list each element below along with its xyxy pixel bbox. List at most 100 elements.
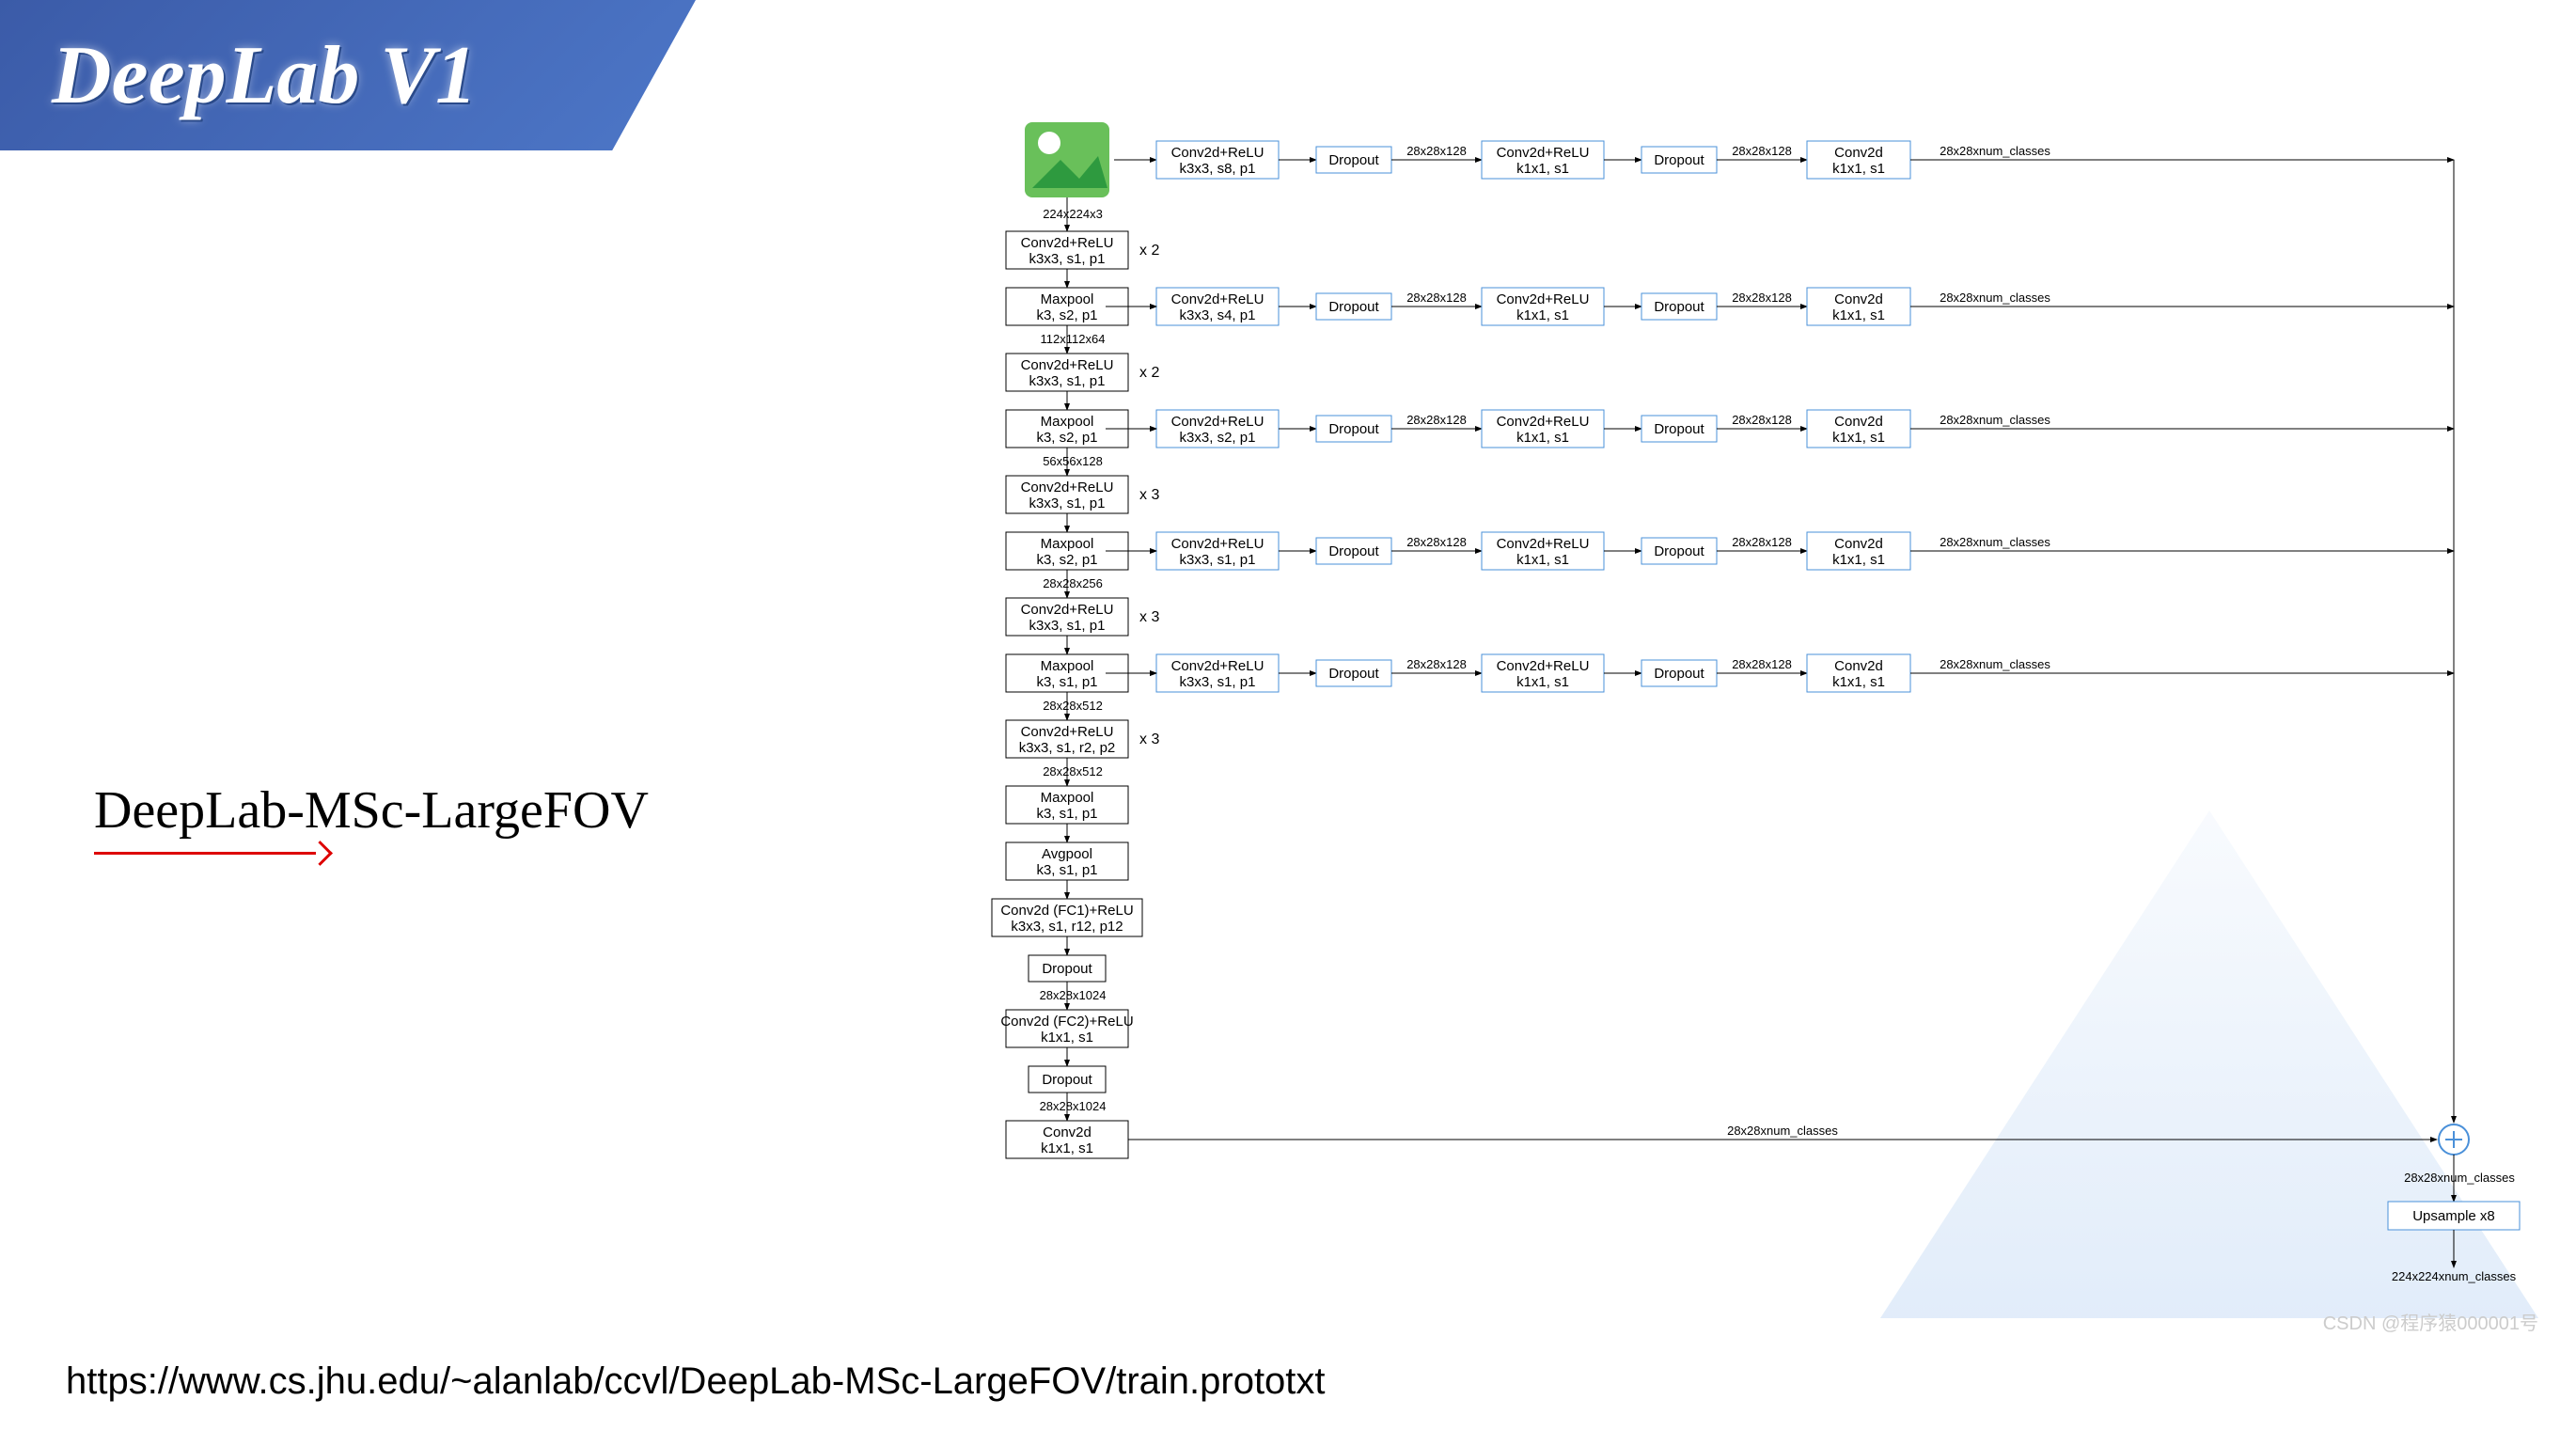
- svg-text:28x28xnum_classes: 28x28xnum_classes: [1727, 1124, 1838, 1138]
- svg-text:k3x3, s1, r12, p12: k3x3, s1, r12, p12: [1011, 919, 1123, 935]
- svg-text:Dropout: Dropout: [1654, 152, 1704, 168]
- svg-text:Conv2d: Conv2d: [1834, 658, 1883, 674]
- svg-text:x 3: x 3: [1139, 609, 1159, 625]
- svg-text:Conv2d+ReLU: Conv2d+ReLU: [1497, 291, 1590, 307]
- svg-text:k3, s2, p1: k3, s2, p1: [1036, 552, 1097, 568]
- svg-text:28x28x512: 28x28x512: [1043, 699, 1103, 713]
- svg-text:Dropout: Dropout: [1328, 666, 1379, 682]
- svg-text:Conv2d: Conv2d: [1834, 414, 1883, 430]
- head-conv3: Conv2dk1x1, s1: [1807, 532, 1910, 570]
- c3: Conv2d+ReLUk3x3, s1, p1: [1006, 476, 1128, 513]
- svg-text:k3x3, s1, p1: k3x3, s1, p1: [1029, 373, 1106, 389]
- fc3: Conv2dk1x1, s1: [1006, 1121, 1128, 1158]
- svg-text:k1x1, s1: k1x1, s1: [1516, 430, 1569, 446]
- svg-text:Conv2d (FC2)+ReLU: Conv2d (FC2)+ReLU: [1000, 1014, 1133, 1030]
- svg-text:Conv2d+ReLU: Conv2d+ReLU: [1021, 235, 1114, 251]
- d2: Dropout: [1029, 1066, 1106, 1093]
- svg-text:k3, s1, p1: k3, s1, p1: [1036, 862, 1097, 878]
- svg-text:112x112x64: 112x112x64: [1041, 332, 1106, 346]
- svg-text:Conv2d: Conv2d: [1834, 536, 1883, 552]
- head-conv3: Conv2dk1x1, s1: [1807, 141, 1910, 179]
- svg-text:Dropout: Dropout: [1654, 299, 1704, 315]
- fc1: Conv2d (FC1)+ReLUk3x3, s1, r12, p12: [992, 899, 1142, 936]
- svg-text:k1x1, s1: k1x1, s1: [1832, 552, 1885, 568]
- svg-text:Conv2d (FC1)+ReLU: Conv2d (FC1)+ReLU: [1000, 903, 1133, 919]
- head-conv2: Conv2d+ReLUk1x1, s1: [1482, 654, 1604, 692]
- svg-text:Maxpool: Maxpool: [1041, 291, 1094, 307]
- svg-text:Conv2d: Conv2d: [1834, 145, 1883, 161]
- svg-text:28x28xnum_classes: 28x28xnum_classes: [1940, 291, 2050, 305]
- fc2: Conv2d (FC2)+ReLUk1x1, s1: [1000, 1010, 1133, 1047]
- svg-text:Conv2d+ReLU: Conv2d+ReLU: [1171, 536, 1264, 552]
- svg-text:k3, s1, p1: k3, s1, p1: [1036, 674, 1097, 690]
- head-conv1: Conv2d+ReLUk3x3, s1, p1: [1156, 532, 1279, 570]
- head-conv2: Conv2d+ReLUk1x1, s1: [1482, 141, 1604, 179]
- svg-text:Avgpool: Avgpool: [1042, 846, 1092, 862]
- head-conv3: Conv2dk1x1, s1: [1807, 410, 1910, 448]
- svg-text:Dropout: Dropout: [1654, 421, 1704, 437]
- head-conv1: Conv2d+ReLUk3x3, s4, p1: [1156, 288, 1279, 325]
- head-conv2: Conv2d+ReLUk1x1, s1: [1482, 532, 1604, 570]
- input-image-icon: [1025, 122, 1109, 197]
- svg-text:Dropout: Dropout: [1042, 1072, 1092, 1088]
- svg-text:224x224xnum_classes: 224x224xnum_classes: [2392, 1269, 2517, 1283]
- svg-text:k1x1, s1: k1x1, s1: [1041, 1030, 1093, 1046]
- svg-text:Upsample x8: Upsample x8: [2412, 1208, 2495, 1224]
- head-dropout1: Dropout: [1316, 660, 1391, 686]
- svg-text:k1x1, s1: k1x1, s1: [1041, 1140, 1093, 1156]
- head-conv3: Conv2dk1x1, s1: [1807, 288, 1910, 325]
- avg: Avgpoolk3, s1, p1: [1006, 842, 1128, 880]
- svg-text:Conv2d+ReLU: Conv2d+ReLU: [1021, 724, 1114, 740]
- head-dropout2: Dropout: [1641, 416, 1717, 442]
- svg-text:28x28xnum_classes: 28x28xnum_classes: [1940, 144, 2050, 158]
- svg-text:Dropout: Dropout: [1328, 543, 1379, 559]
- svg-text:Conv2d+ReLU: Conv2d+ReLU: [1171, 658, 1264, 674]
- svg-text:28x28x128: 28x28x128: [1406, 657, 1467, 671]
- head-conv1: Conv2d+ReLUk3x3, s1, p1: [1156, 654, 1279, 692]
- head-conv3: Conv2dk1x1, s1: [1807, 654, 1910, 692]
- svg-text:Maxpool: Maxpool: [1041, 658, 1094, 674]
- svg-text:Conv2d: Conv2d: [1043, 1124, 1092, 1140]
- head-dropout2: Dropout: [1641, 538, 1717, 564]
- svg-text:Conv2d: Conv2d: [1834, 291, 1883, 307]
- svg-text:Conv2d+ReLU: Conv2d+ReLU: [1021, 357, 1114, 373]
- svg-text:k1x1, s1: k1x1, s1: [1832, 307, 1885, 323]
- d1: Dropout: [1029, 955, 1106, 982]
- head-dropout2: Dropout: [1641, 660, 1717, 686]
- c5: Conv2d+ReLUk3x3, s1, r2, p2: [1006, 720, 1128, 758]
- svg-text:28x28xnum_classes: 28x28xnum_classes: [2404, 1171, 2515, 1185]
- underline-mark: [94, 852, 316, 855]
- svg-text:Conv2d+ReLU: Conv2d+ReLU: [1171, 291, 1264, 307]
- page-title: DeepLab V1: [52, 28, 477, 123]
- svg-text:28x28x128: 28x28x128: [1732, 657, 1792, 671]
- svg-text:28x28x128: 28x28x128: [1732, 413, 1792, 427]
- svg-text:28x28x128: 28x28x128: [1406, 535, 1467, 549]
- svg-text:k1x1, s1: k1x1, s1: [1516, 161, 1569, 177]
- svg-text:28x28xnum_classes: 28x28xnum_classes: [1940, 535, 2050, 549]
- head-dropout1: Dropout: [1316, 538, 1391, 564]
- svg-text:k3x3, s2, p1: k3x3, s2, p1: [1180, 430, 1256, 446]
- head-dropout2: Dropout: [1641, 147, 1717, 173]
- svg-text:k1x1, s1: k1x1, s1: [1516, 307, 1569, 323]
- svg-text:k3, s2, p1: k3, s2, p1: [1036, 307, 1097, 323]
- svg-text:Dropout: Dropout: [1042, 961, 1092, 977]
- svg-text:k1x1, s1: k1x1, s1: [1832, 674, 1885, 690]
- svg-text:28x28x128: 28x28x128: [1406, 291, 1467, 305]
- svg-text:Conv2d+ReLU: Conv2d+ReLU: [1497, 536, 1590, 552]
- svg-text:28x28x128: 28x28x128: [1732, 144, 1792, 158]
- svg-text:Dropout: Dropout: [1654, 666, 1704, 682]
- svg-text:28x28x1024: 28x28x1024: [1040, 1099, 1107, 1113]
- upsample: Upsample x8: [2388, 1202, 2520, 1230]
- svg-text:k3x3, s1, r2, p2: k3x3, s1, r2, p2: [1019, 740, 1116, 756]
- svg-text:x 2: x 2: [1139, 243, 1159, 259]
- svg-text:k1x1, s1: k1x1, s1: [1832, 161, 1885, 177]
- architecture-diagram: 224x224x3Conv2d+ReLUk3x3, s1, p1x 2Maxpo…: [987, 122, 2529, 1382]
- head-conv2: Conv2d+ReLUk1x1, s1: [1482, 410, 1604, 448]
- svg-text:28x28x128: 28x28x128: [1406, 413, 1467, 427]
- svg-text:Conv2d+ReLU: Conv2d+ReLU: [1171, 414, 1264, 430]
- svg-text:Conv2d+ReLU: Conv2d+ReLU: [1497, 658, 1590, 674]
- svg-text:Dropout: Dropout: [1328, 152, 1379, 168]
- svg-text:k1x1, s1: k1x1, s1: [1516, 674, 1569, 690]
- c1: Conv2d+ReLUk3x3, s1, p1: [1006, 231, 1128, 269]
- svg-text:28x28x128: 28x28x128: [1406, 144, 1467, 158]
